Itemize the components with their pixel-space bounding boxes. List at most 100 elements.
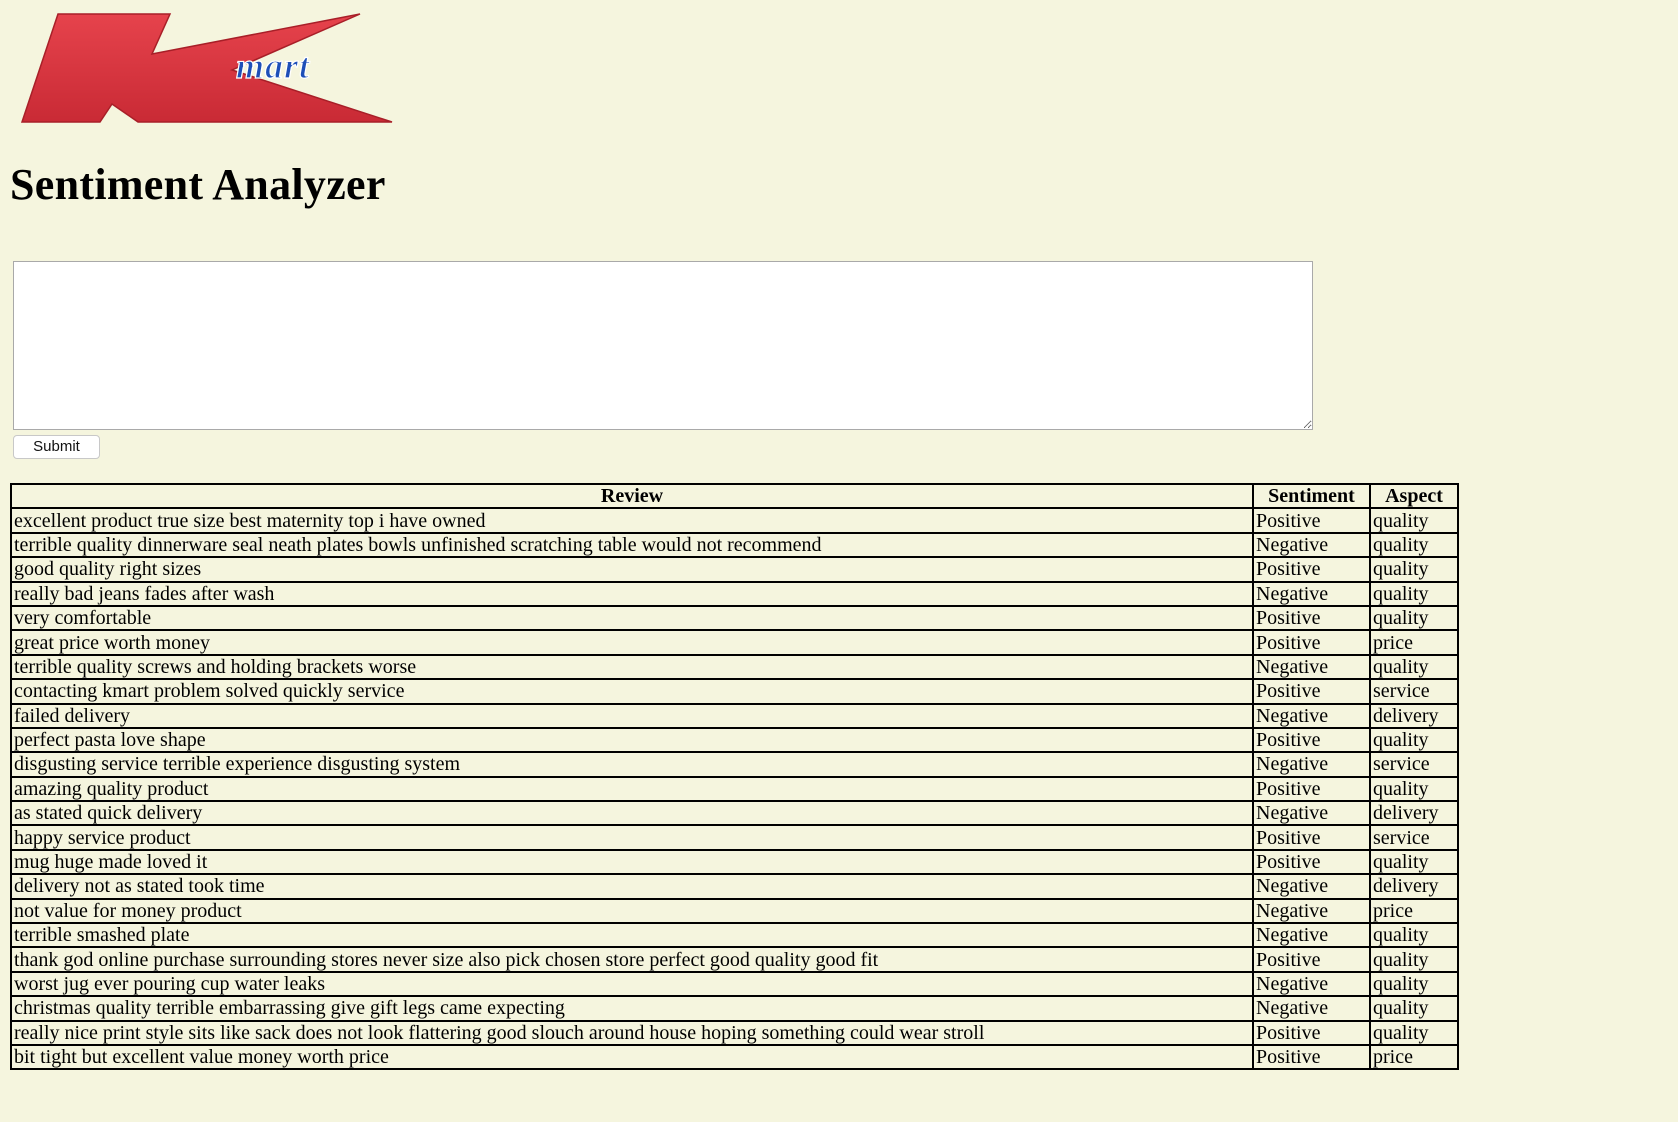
table-row: terrible smashed plate Negative quality [10,922,1459,949]
table-row: worst jug ever pouring cup water leaks Ne… [10,970,1459,998]
review-input[interactable] [13,261,1313,430]
review-cell: really nice print style sits like sack d… [10,1019,1254,1047]
sentiment-cell: Negative [1252,702,1371,729]
aspect-cell: delivery [1369,873,1459,900]
aspect-cell: quality [1369,995,1459,1022]
sentiment-cell: Negative [1252,800,1371,827]
table-row: bit tight but excellent value money wort… [10,1043,1459,1071]
review-cell: good quality right sizes [10,556,1254,583]
review-cell: christmas quality terrible embarrassing … [10,995,1254,1022]
review-cell: disgusting service terrible experience d… [10,751,1254,778]
aspect-column-header: Aspect [1369,482,1459,510]
review-cell: bit tight but excellent value money wort… [10,1043,1254,1071]
sentiment-cell: Negative [1252,531,1371,559]
table-row: thank god online purchase surrounding st… [10,946,1459,973]
aspect-cell: quality [1369,970,1459,998]
kmart-logo: mart [20,13,393,123]
aspect-cell: price [1369,629,1459,656]
table-row: perfect pasta love shape Positive quality [10,726,1459,754]
aspect-cell: quality [1369,922,1459,949]
review-cell: terrible quality screws and holding brac… [10,653,1254,681]
aspect-cell: quality [1369,604,1459,632]
aspect-cell: quality [1369,726,1459,754]
table-row: really bad jeans fades after wash Negativ… [10,580,1459,607]
sentiment-cell: Positive [1252,775,1371,803]
table-row: good quality right sizes Positive quality [10,556,1459,583]
aspect-cell: quality [1369,848,1459,876]
table-row: mug huge made loved it Positive quality [10,848,1459,876]
review-cell: not value for money product [10,897,1254,925]
sentiment-cell: Negative [1252,897,1371,925]
aspect-cell: quality [1369,507,1459,534]
sentiment-cell: Negative [1252,873,1371,900]
sentiment-cell: Positive [1252,629,1371,656]
sentiment-cell: Positive [1252,507,1371,534]
review-cell: failed delivery [10,702,1254,729]
results-table: Review Sentiment Aspect excellent produc… [10,482,1459,1071]
table-header-row: Review Sentiment Aspect [10,482,1459,510]
sentiment-column-header: Sentiment [1252,482,1371,510]
aspect-cell: delivery [1369,702,1459,729]
review-cell: mug huge made loved it [10,848,1254,876]
table-row: happy service product Positive service [10,824,1459,851]
aspect-cell: service [1369,678,1459,705]
aspect-cell: quality [1369,556,1459,583]
aspect-cell: service [1369,824,1459,851]
review-cell: worst jug ever pouring cup water leaks [10,970,1254,998]
review-cell: really bad jeans fades after wash [10,580,1254,607]
review-cell: excellent product true size best materni… [10,507,1254,534]
aspect-cell: quality [1369,531,1459,559]
sentiment-cell: Negative [1252,922,1371,949]
table-row: christmas quality terrible embarrassing … [10,995,1459,1022]
sentiment-cell: Negative [1252,995,1371,1022]
review-cell: as stated quick delivery [10,800,1254,827]
page-title: Sentiment Analyzer [10,160,386,209]
sentiment-cell: Positive [1252,1019,1371,1047]
aspect-cell: price [1369,1043,1459,1071]
table-row: as stated quick delivery Negative delivery [10,800,1459,827]
table-row: really nice print style sits like sack d… [10,1019,1459,1047]
review-cell: perfect pasta love shape [10,726,1254,754]
table-row: terrible quality dinnerware seal neath p… [10,531,1459,559]
table-row: contacting kmart problem solved quickly … [10,678,1459,705]
table-row: disgusting service terrible experience d… [10,751,1459,778]
aspect-cell: service [1369,751,1459,778]
table-row: not value for money product Negative price [10,897,1459,925]
aspect-cell: quality [1369,653,1459,681]
submit-button[interactable]: Submit [13,435,100,459]
aspect-cell: quality [1369,1019,1459,1047]
sentiment-cell: Positive [1252,1043,1371,1071]
review-column-header: Review [10,482,1254,510]
aspect-cell: quality [1369,775,1459,803]
aspect-cell: quality [1369,946,1459,973]
sentiment-cell: Positive [1252,678,1371,705]
review-cell: terrible quality dinnerware seal neath p… [10,531,1254,559]
aspect-cell: delivery [1369,800,1459,827]
review-cell: terrible smashed plate [10,922,1254,949]
sentiment-cell: Positive [1252,848,1371,876]
sentiment-cell: Negative [1252,580,1371,607]
sentiment-cell: Negative [1252,751,1371,778]
sentiment-cell: Negative [1252,653,1371,681]
review-cell: happy service product [10,824,1254,851]
review-cell: contacting kmart problem solved quickly … [10,678,1254,705]
sentiment-cell: Positive [1252,726,1371,754]
aspect-cell: quality [1369,580,1459,607]
review-cell: amazing quality product [10,775,1254,803]
logo-wordmark: mart [236,46,310,86]
table-row: very comfortable Positive quality [10,604,1459,632]
table-row: great price worth money Positive price [10,629,1459,656]
sentiment-cell: Positive [1252,604,1371,632]
sentiment-cell: Positive [1252,946,1371,973]
review-cell: thank god online purchase surrounding st… [10,946,1254,973]
review-cell: delivery not as stated took time [10,873,1254,900]
sentiment-cell: Positive [1252,824,1371,851]
table-row: failed delivery Negative delivery [10,702,1459,729]
aspect-cell: price [1369,897,1459,925]
sentiment-cell: Negative [1252,970,1371,998]
review-cell: very comfortable [10,604,1254,632]
table-row: terrible quality screws and holding brac… [10,653,1459,681]
review-cell: great price worth money [10,629,1254,656]
table-row: delivery not as stated took time Negative… [10,873,1459,900]
sentiment-cell: Positive [1252,556,1371,583]
